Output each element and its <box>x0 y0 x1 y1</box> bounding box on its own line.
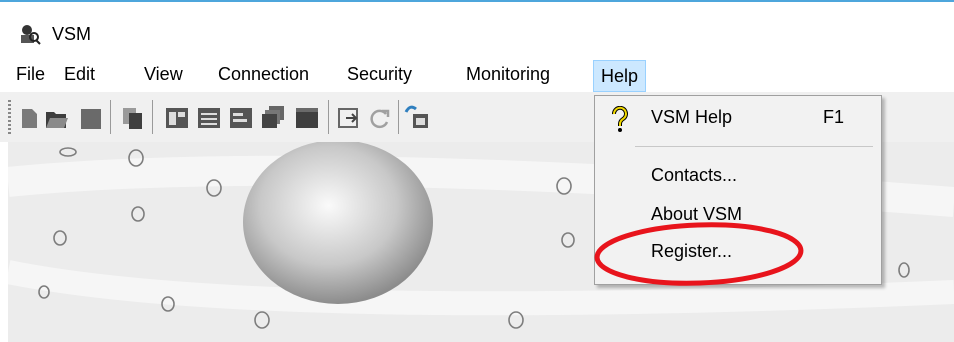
menu-help[interactable]: Help <box>593 60 647 92</box>
menu-monitoring[interactable]: Monitoring <box>466 64 550 85</box>
menu-item-vsm-help[interactable]: VSM Help F1 <box>595 100 879 136</box>
menu-file[interactable]: File <box>16 64 45 85</box>
export-icon[interactable] <box>336 102 362 132</box>
toolbar-separator <box>398 100 399 134</box>
menu-item-register[interactable]: Register... <box>595 234 879 270</box>
table-view-icon[interactable] <box>196 102 222 132</box>
list-view-icon[interactable] <box>228 102 254 132</box>
menu-view[interactable]: View <box>144 64 183 85</box>
save-icon[interactable] <box>78 102 104 132</box>
refresh-icon[interactable] <box>366 102 392 132</box>
menu-item-contacts[interactable]: Contacts... <box>595 158 879 194</box>
menu-item-label: VSM Help <box>651 107 733 127</box>
menu-item-label: Register... <box>651 241 733 261</box>
help-icon <box>612 106 628 132</box>
help-menu-dropdown: VSM Help F1 Contacts... About VSM Regist… <box>594 95 882 285</box>
menu-item-about-vsm[interactable]: About VSM <box>595 197 879 233</box>
menu-item-shortcut: F1 <box>823 107 845 127</box>
toolbar-separator <box>152 100 153 134</box>
toolbar-separator <box>328 100 329 134</box>
menu-item-label: About VSM <box>651 204 743 224</box>
open-folder-icon[interactable] <box>44 102 70 132</box>
grid-view-icon[interactable] <box>164 102 190 132</box>
title-bar: VSM <box>0 2 954 58</box>
window-icon[interactable] <box>294 102 320 132</box>
menu-bar: File Edit View Connection Security Monit… <box>0 58 954 92</box>
cascade-windows-icon[interactable] <box>260 102 286 132</box>
window-title: VSM <box>52 24 92 44</box>
connect-icon[interactable] <box>404 102 430 132</box>
menu-edit[interactable]: Edit <box>64 64 95 85</box>
toolbar-separator <box>110 100 111 134</box>
copy-icon[interactable] <box>120 102 146 132</box>
menu-separator <box>635 146 873 147</box>
new-icon[interactable] <box>16 102 42 132</box>
menu-connection[interactable]: Connection <box>218 64 309 85</box>
menu-item-label: Contacts... <box>651 165 738 185</box>
menu-security[interactable]: Security <box>347 64 412 85</box>
toolbar-grip[interactable] <box>8 100 11 136</box>
vsm-app-icon <box>21 25 41 45</box>
